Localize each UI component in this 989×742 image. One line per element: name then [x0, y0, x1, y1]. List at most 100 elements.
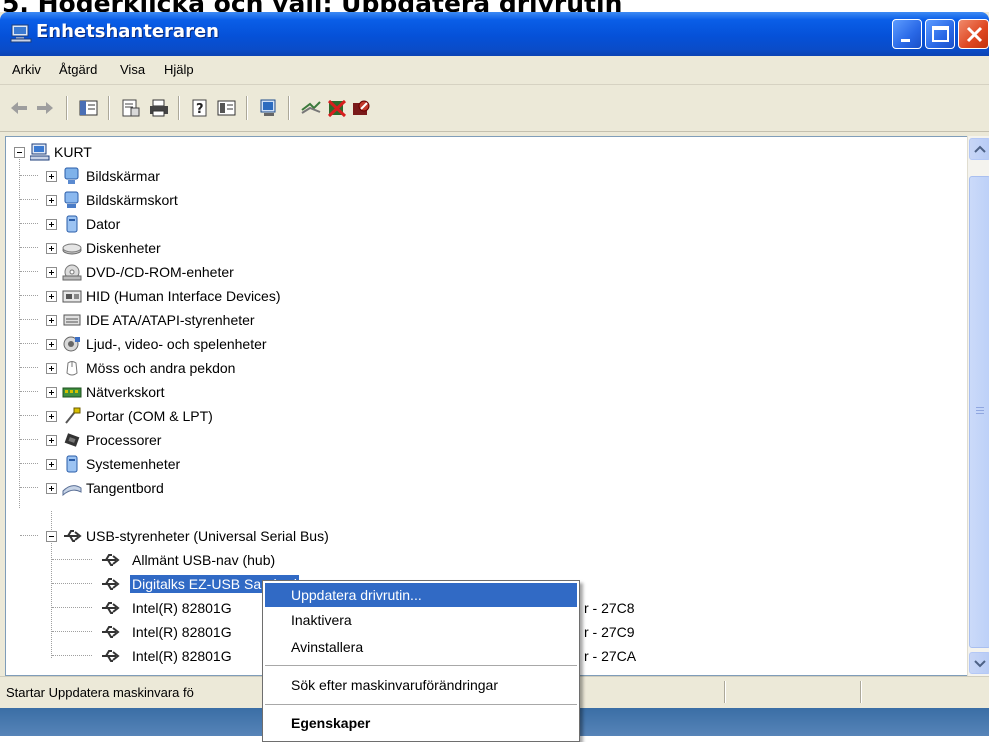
expand-toggle[interactable] — [46, 243, 57, 254]
dvd-drive-icon — [62, 264, 82, 281]
tree-item-category[interactable]: Dator — [6, 213, 606, 237]
expand-toggle[interactable] — [46, 339, 57, 350]
tree-connector — [20, 487, 38, 488]
expand-toggle[interactable] — [46, 171, 57, 182]
expand-toggle[interactable] — [46, 387, 57, 398]
tree-item-label: Möss och andra pekdon — [86, 360, 236, 376]
usb-device-label-suffix: r - 27C9 — [584, 624, 635, 640]
hid-icon — [62, 290, 82, 303]
view-icon[interactable] — [216, 98, 238, 118]
tree-item-category[interactable]: IDE ATA/ATAPI-styrenheter — [6, 309, 606, 333]
expand-toggle[interactable] — [46, 219, 57, 230]
show-hide-console-tree-icon[interactable] — [78, 98, 100, 118]
usb-device-label-suffix: r - 27C8 — [584, 600, 635, 616]
scroll-up-button[interactable] — [969, 138, 989, 160]
expand-toggle[interactable] — [46, 459, 57, 470]
menu-properties[interactable]: Egenskaper — [265, 711, 577, 735]
minimize-icon — [901, 39, 910, 42]
tree-connector — [20, 439, 38, 440]
usb-device-label-suffix: r - 27CA — [584, 648, 637, 664]
tree-item-category[interactable]: Tangentbord — [6, 477, 606, 501]
menu-update-driver[interactable]: Uppdatera drivrutin... — [265, 583, 577, 607]
menu-uninstall[interactable]: Avinstallera — [265, 635, 577, 659]
toolbar: ? — [0, 85, 989, 132]
collapse-toggle[interactable] — [46, 531, 57, 542]
tree-item-category[interactable]: DVD-/CD-ROM-enheter — [6, 261, 606, 285]
menu-separator — [265, 704, 577, 705]
tree-item-category[interactable]: Diskenheter — [6, 237, 606, 261]
tree-connector — [20, 247, 38, 248]
tree-item-usb-device[interactable]: Allmänt USB-nav (hub) — [6, 549, 706, 573]
minimize-button[interactable] — [892, 19, 922, 49]
tree-item-category[interactable]: HID (Human Interface Devices) — [6, 285, 606, 309]
expand-toggle[interactable] — [46, 315, 57, 326]
expand-toggle[interactable] — [46, 267, 57, 278]
scan-hardware-icon[interactable] — [258, 98, 280, 118]
expand-toggle[interactable] — [46, 291, 57, 302]
forward-arrow-icon[interactable] — [34, 98, 56, 118]
tree-connector — [20, 343, 38, 344]
tree-item-category[interactable]: Bildskärmar — [6, 165, 606, 189]
tree-item-category[interactable]: Portar (COM & LPT) — [6, 405, 606, 429]
tree-item-category[interactable]: Nätverkskort — [6, 381, 606, 405]
computer-icon — [66, 215, 78, 233]
menu-hjalp[interactable]: Hjälp — [164, 62, 194, 77]
tree-connector — [52, 655, 92, 656]
scroll-down-button[interactable] — [969, 652, 989, 674]
menu-disable[interactable]: Inaktivera — [265, 608, 577, 632]
tree-item-label: Diskenheter — [86, 240, 161, 256]
tree-item-label: Nätverkskort — [86, 384, 165, 400]
usb-icon — [102, 578, 120, 590]
svg-text:?: ? — [196, 102, 204, 117]
help-icon[interactable]: ? — [190, 98, 212, 118]
disk-drive-icon — [62, 243, 82, 255]
window-title: Enhetshanteraren — [36, 21, 219, 42]
tree-connector — [20, 391, 38, 392]
usb-icon — [102, 554, 120, 566]
tree-connector — [20, 295, 38, 296]
expand-toggle[interactable] — [46, 483, 57, 494]
disable-icon[interactable] — [350, 98, 372, 118]
collapse-toggle[interactable] — [14, 147, 25, 158]
properties-icon[interactable] — [120, 98, 142, 118]
menu-atgard[interactable]: Åtgärd — [59, 62, 97, 77]
tree-item-label: Processorer — [86, 432, 162, 448]
tree-item-category[interactable]: Ljud-, video- och spelenheter — [6, 333, 606, 357]
vertical-scrollbar[interactable] — [967, 136, 989, 676]
expand-toggle[interactable] — [46, 411, 57, 422]
expand-toggle[interactable] — [46, 435, 57, 446]
uninstall-icon[interactable] — [326, 98, 348, 118]
scroll-thumb[interactable] — [969, 176, 989, 648]
tree-item-label: IDE ATA/ATAPI-styrenheter — [86, 312, 255, 328]
tree-item-label: Dator — [86, 216, 121, 232]
maximize-button[interactable] — [925, 19, 955, 49]
tree-connector — [20, 463, 38, 464]
menu-arkiv[interactable]: Arkiv — [12, 62, 41, 77]
usb-device-label: Intel(R) 82801G — [132, 648, 232, 664]
update-driver-icon[interactable] — [300, 98, 322, 118]
print-icon[interactable] — [148, 98, 170, 118]
expand-toggle[interactable] — [46, 363, 57, 374]
toolbar-separator — [108, 96, 110, 120]
usb-icon — [102, 602, 120, 614]
tree-connector — [20, 199, 38, 200]
tree-connector — [20, 319, 38, 320]
tree-item-label: Portar (COM & LPT) — [86, 408, 213, 424]
tree-item-label: Systemenheter — [86, 456, 181, 472]
back-arrow-icon[interactable] — [8, 98, 30, 118]
tree-item-category[interactable]: Systemenheter — [6, 453, 606, 477]
tree-item-category[interactable]: Möss och andra pekdon — [6, 357, 606, 381]
display-adapter-icon — [64, 191, 79, 208]
menu-visa[interactable]: Visa — [120, 62, 145, 77]
menu-scan-hardware[interactable]: Sök efter maskinvaruförändringar — [265, 673, 577, 697]
tree-root-label: KURT — [54, 144, 92, 160]
title-bar[interactable]: Enhetshanteraren — [0, 12, 989, 56]
expand-toggle[interactable] — [46, 195, 57, 206]
tree-item-category[interactable]: Bildskärmskort — [6, 189, 606, 213]
tree-item-label: HID (Human Interface Devices) — [86, 288, 281, 304]
tree-item-category[interactable]: Processorer — [6, 429, 606, 453]
tree-root[interactable]: KURT — [6, 141, 506, 165]
tree-item-label: DVD-/CD-ROM-enheter — [86, 264, 234, 280]
close-button[interactable] — [958, 19, 989, 49]
tree-item-usb[interactable]: USB-styrenheter (Universal Serial Bus) — [6, 525, 606, 549]
